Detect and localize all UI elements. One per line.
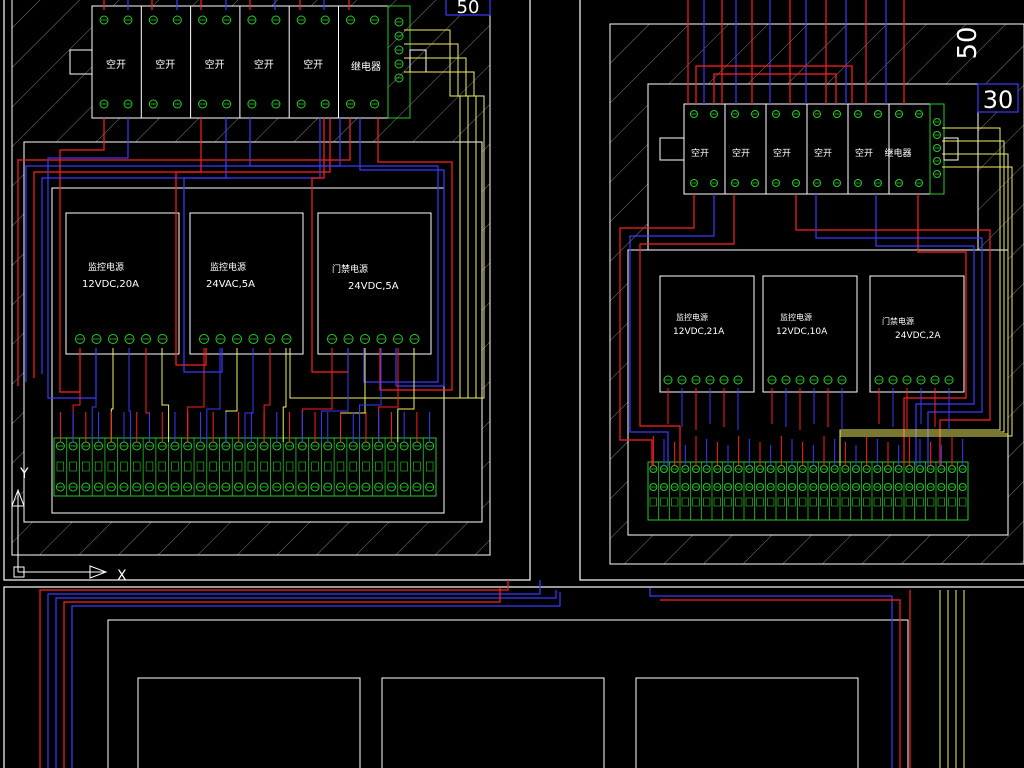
right-breaker-label: 空开 (855, 147, 873, 159)
left-breaker-label: 空开 (155, 58, 175, 71)
right-ps2-title: 监控电源 (780, 312, 812, 322)
right-ps3-title: 门禁电源 (882, 316, 914, 326)
right-power-supply-3: 门禁电源 24VDC,2A (869, 275, 965, 393)
left-power-supply-2: 监控电源 24VAC,5A (189, 212, 304, 355)
bottom-device-1 (137, 677, 361, 768)
bottom-device-2 (381, 677, 605, 768)
right-breaker-label: 空开 (691, 147, 709, 159)
left-ps3-rating: 24VDC,5A (348, 281, 399, 292)
left-ps2-title: 监控电源 (210, 261, 246, 273)
right-relay-label: 继电器 (884, 147, 911, 159)
left-ps1-rating: 12VDC,20A (82, 279, 139, 290)
left-ps3-title: 门禁电源 (332, 263, 368, 275)
bottom-device-3 (635, 677, 859, 768)
right-breaker-label: 空开 (732, 147, 750, 159)
right-breaker-label: 空开 (773, 147, 791, 159)
right-power-supply-2: 监控电源 12VDC,10A (762, 275, 858, 393)
left-relay-label: 继电器 (351, 60, 381, 73)
bottom-cabinet (3, 580, 1024, 768)
left-breaker-label: 空开 (303, 58, 323, 71)
right-dimension-side-label: 30 (983, 86, 1014, 114)
left-cabinet: 50 空开 空开 空开 空开 空开 继电器 监控电源 12VDC,20A 监控电源 24… (3, 0, 531, 581)
ucs-y-label: Y (19, 466, 29, 482)
cad-drawing-canvas: 50 空开 空开 空开 空开 空开 继电器 监控电源 12VDC,20A 监控电源 24… (3, 0, 1024, 768)
left-ps2-rating: 24VAC,5A (206, 279, 255, 290)
right-cabinet: 50 30 空开 空开 空开 空开 空开 继电器 监控电源 12VDC,21A 监控电源… (579, 0, 1024, 581)
left-breaker-label: 空开 (205, 58, 225, 71)
right-ps1-title: 监控电源 (676, 312, 708, 322)
left-power-supply-1: 监控电源 12VDC,20A (65, 212, 180, 355)
right-terminal-block (647, 461, 969, 521)
left-terminal-block (53, 437, 437, 497)
right-ps3-rating: 24VDC,2A (895, 331, 941, 341)
ucs-x-label: X (117, 568, 127, 584)
left-breaker-strip: 空开 空开 空开 空开 空开 继电器 (69, 5, 427, 119)
left-breaker-label: 空开 (106, 58, 126, 71)
right-breaker-strip: 空开 空开 空开 空开 空开 继电器 (659, 103, 959, 195)
right-ps1-rating: 12VDC,21A (673, 327, 725, 337)
left-ps1-title: 监控电源 (88, 261, 124, 273)
left-power-supply-3: 门禁电源 24VDC,5A (317, 212, 432, 355)
right-power-supply-1: 监控电源 12VDC,21A (659, 275, 755, 393)
right-breaker-label: 空开 (814, 147, 832, 159)
left-breaker-label: 空开 (254, 58, 274, 71)
right-ps2-rating: 12VDC,10A (776, 327, 828, 337)
right-dimension-top-label: 50 (953, 26, 983, 59)
left-dimension-label: 50 (457, 0, 480, 18)
